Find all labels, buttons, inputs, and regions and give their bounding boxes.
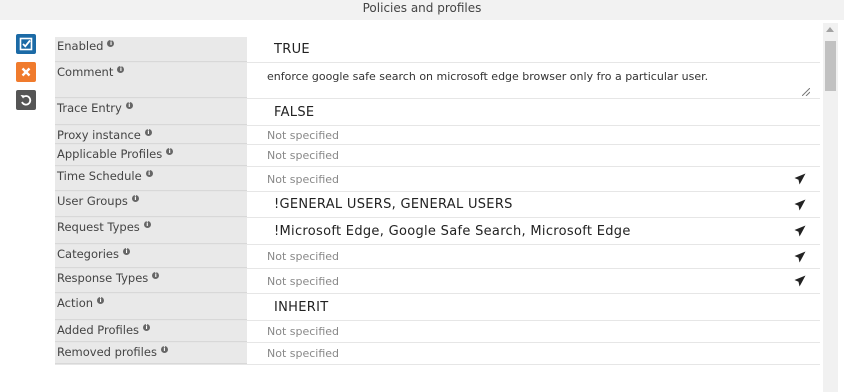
property-label-text: Response Types	[57, 271, 149, 285]
property-row: Action i INHERIT	[55, 294, 820, 321]
property-label-text: Time Schedule	[57, 169, 142, 183]
info-icon[interactable]: i	[166, 148, 174, 155]
info-icon[interactable]: i	[143, 324, 151, 331]
resize-handle-icon[interactable]	[802, 88, 810, 96]
property-value[interactable]: TRUE	[247, 37, 820, 62]
send-icon[interactable]	[794, 199, 806, 211]
revert-button[interactable]	[16, 90, 36, 110]
property-value-text: Not specified	[267, 172, 340, 186]
property-row: Applicable Profiles i Not specified	[55, 145, 820, 167]
property-label-text: Comment	[57, 65, 114, 79]
send-icon[interactable]	[794, 275, 806, 287]
property-label-text: Categories	[57, 247, 119, 261]
property-row: Proxy instance i Not specified	[55, 126, 820, 145]
property-label-text: Trace Entry	[57, 101, 122, 115]
info-icon[interactable]: i	[152, 272, 160, 279]
property-value[interactable]: Not specified	[247, 321, 820, 342]
property-value[interactable]: !GENERAL USERS, GENERAL USERS	[247, 192, 820, 217]
property-value-text: Not specified	[267, 325, 340, 338]
property-row: Removed profiles i Not specified	[55, 343, 820, 365]
property-label: Removed profiles i	[55, 343, 247, 364]
property-label: Enabled i	[55, 37, 247, 62]
property-value-text: FALSE	[274, 104, 315, 120]
property-value-text: !GENERAL USERS, GENERAL USERS	[274, 197, 513, 212]
property-label: Time Schedule i	[55, 167, 247, 191]
property-value[interactable]: !Microsoft Edge, Google Safe Search, Mic…	[247, 218, 820, 244]
send-icon[interactable]	[794, 225, 806, 237]
property-value[interactable]: INHERIT	[247, 294, 820, 320]
info-icon[interactable]: i	[117, 66, 125, 73]
policy-editor-panel: Enabled i TRUE Comment i enforce google safe …	[0, 20, 844, 392]
cancel-button[interactable]	[16, 62, 36, 82]
scrollbar-thumb[interactable]	[825, 41, 836, 91]
property-row: Trace Entry i FALSE	[55, 99, 820, 126]
info-icon[interactable]: i	[131, 195, 139, 202]
scroll-up-arrow-icon[interactable]	[826, 27, 834, 32]
property-value[interactable]: Not specified	[247, 245, 820, 268]
info-icon[interactable]: i	[97, 297, 105, 304]
comment-textarea[interactable]: enforce google safe search on microsoft …	[247, 63, 820, 98]
property-row: Comment i enforce google safe search on mi…	[55, 63, 820, 99]
property-label: Applicable Profiles i	[55, 145, 247, 166]
info-icon[interactable]: i	[125, 102, 133, 109]
property-label-text: Added Profiles	[57, 323, 140, 337]
vertical-scrollbar[interactable]	[823, 23, 838, 392]
property-label-text: Enabled	[57, 39, 104, 53]
property-value-text: Not specified	[267, 128, 340, 142]
property-label: Proxy instance i	[55, 126, 247, 144]
check-square-icon	[19, 37, 33, 51]
send-icon[interactable]	[794, 173, 806, 185]
property-label: Action i	[55, 294, 247, 320]
properties-table: Enabled i TRUE Comment i enforce google safe …	[55, 37, 820, 365]
save-button[interactable]	[16, 34, 36, 54]
panel-title: Policies and profiles	[362, 1, 482, 15]
property-row: Request Types i !Microsoft Edge, Google Sa…	[55, 218, 820, 245]
property-label: Comment i	[55, 63, 247, 98]
property-value[interactable]: Not specified	[247, 343, 820, 364]
info-icon[interactable]: i	[144, 129, 152, 136]
property-row: Enabled i TRUE	[55, 37, 820, 63]
property-row: Added Profiles i Not specified	[55, 321, 820, 343]
info-icon[interactable]: i	[107, 40, 115, 47]
info-icon[interactable]: i	[123, 248, 130, 255]
property-label-text: Proxy instance	[57, 128, 141, 142]
info-icon[interactable]: i	[145, 170, 153, 177]
undo-icon	[20, 95, 32, 106]
close-icon	[21, 67, 31, 77]
property-value-text: Not specified	[267, 274, 340, 288]
send-icon[interactable]	[794, 251, 806, 263]
property-row: Time Schedule i Not specified	[55, 167, 820, 192]
property-value-text: Not specified	[267, 347, 340, 360]
property-value-text: Not specified	[267, 149, 340, 162]
property-value-text: Not specified	[267, 250, 340, 263]
property-label-text: Removed profiles	[57, 345, 157, 359]
property-label-text: Request Types	[57, 220, 140, 234]
property-value-text: !Microsoft Edge, Google Safe Search, Mic…	[274, 223, 631, 239]
property-value[interactable]: Not specified	[247, 126, 820, 144]
property-row: User Groups i !GENERAL USERS, GENERAL USER…	[55, 192, 820, 218]
property-label-text: Action	[57, 296, 94, 310]
property-label: Categories i	[55, 245, 247, 268]
property-value-text: TRUE	[274, 42, 310, 57]
info-icon[interactable]: i	[143, 221, 151, 228]
property-label: Added Profiles i	[55, 321, 247, 342]
property-label: User Groups i	[55, 192, 247, 217]
property-label: Request Types i	[55, 218, 247, 244]
property-value[interactable]: Not specified	[247, 269, 820, 293]
info-icon[interactable]: i	[160, 346, 168, 353]
property-row: Response Types i Not specified	[55, 269, 820, 294]
property-label: Trace Entry i	[55, 99, 247, 125]
property-label: Response Types i	[55, 269, 247, 293]
property-value-text: INHERIT	[274, 299, 329, 315]
property-value[interactable]: Not specified	[247, 145, 820, 166]
property-label-text: User Groups	[57, 194, 128, 208]
property-value[interactable]: FALSE	[247, 99, 820, 125]
property-label-text: Applicable Profiles	[57, 147, 163, 161]
property-value[interactable]: Not specified	[247, 167, 820, 191]
property-value-text: enforce google safe search on microsoft …	[267, 70, 709, 83]
property-row: Categories i Not specified	[55, 245, 820, 269]
